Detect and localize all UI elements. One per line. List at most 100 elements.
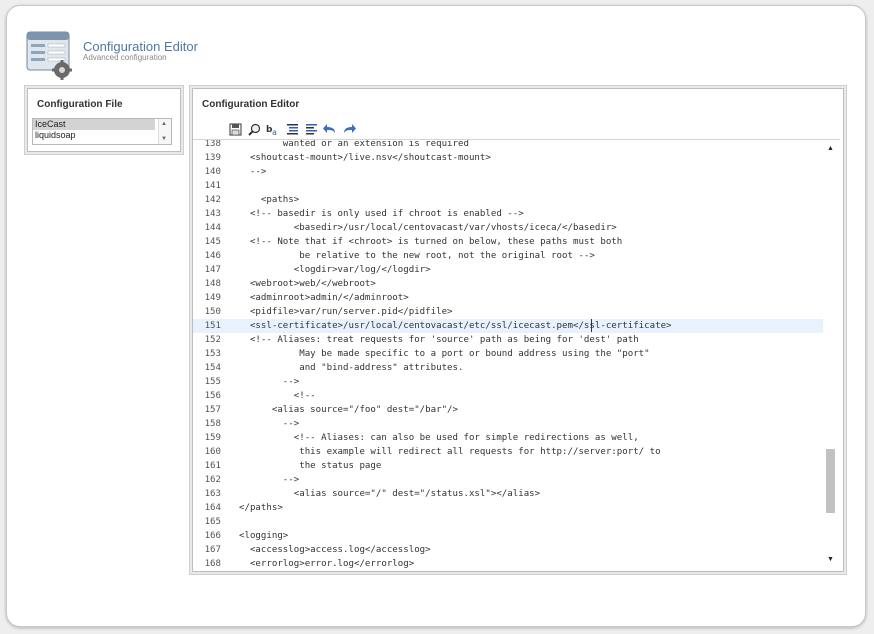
scroll-down-icon[interactable]: ▼ xyxy=(161,136,167,142)
code-line[interactable]: 152 <!-- Aliases: treat requests for 'so… xyxy=(193,333,823,347)
code-line[interactable]: 148 <webroot>web/</webroot> xyxy=(193,277,823,291)
code-line[interactable]: 145 <!-- Note that if <chroot> is turned… xyxy=(193,235,823,249)
code-text[interactable]: <logging> xyxy=(239,529,288,543)
code-text[interactable]: <webroot>web/</webroot> xyxy=(239,277,376,291)
save-icon[interactable] xyxy=(227,121,243,137)
line-number: 142 xyxy=(204,195,221,205)
code-text[interactable]: <adminroot>admin/</adminroot> xyxy=(239,291,409,305)
line-number: 161 xyxy=(204,461,221,471)
code-text[interactable]: --> xyxy=(239,165,266,179)
code-text[interactable]: <alias source="/foo" dest="/bar"/> xyxy=(239,403,458,417)
editor-scrollbar[interactable]: ▲ ▼ xyxy=(825,143,837,565)
scroll-up-icon[interactable]: ▲ xyxy=(161,121,167,127)
code-line[interactable]: 149 <adminroot>admin/</adminroot> xyxy=(193,291,823,305)
code-line[interactable]: 141 xyxy=(193,179,823,193)
code-text[interactable]: <!-- Aliases: can also be used for simpl… xyxy=(239,431,639,445)
code-text[interactable]: <!-- basedir is only used if chroot is e… xyxy=(239,207,524,221)
code-line[interactable]: 153 May be made specific to a port or bo… xyxy=(193,347,823,361)
code-text[interactable]: <!-- xyxy=(239,389,316,403)
code-line[interactable]: 157 <alias source="/foo" dest="/bar"/> xyxy=(193,403,823,417)
code-text[interactable]: be relative to the new root, not the ori… xyxy=(239,249,595,263)
code-text[interactable]: <ssl-certificate>/usr/local/centovacast/… xyxy=(239,319,672,333)
code-line[interactable]: 165 xyxy=(193,515,823,529)
code-text[interactable]: the status page xyxy=(239,459,381,473)
code-text[interactable]: --> xyxy=(239,375,299,389)
code-line[interactable]: 151 <ssl-certificate>/usr/local/centovac… xyxy=(193,319,823,333)
code-line[interactable]: 162 --> xyxy=(193,473,823,487)
line-number: 151 xyxy=(204,321,221,331)
line-number: 160 xyxy=(204,447,221,457)
code-line[interactable]: 144 <basedir>/usr/local/centovacast/var/… xyxy=(193,221,823,235)
undo-icon[interactable] xyxy=(322,121,338,137)
code-text[interactable]: and "bind-address" attributes. xyxy=(239,361,463,375)
code-text[interactable]: <pidfile>var/run/server.pid</pidfile> xyxy=(239,305,453,319)
code-text[interactable]: May be made specific to a port or bound … xyxy=(239,347,649,361)
file-item-icecast[interactable]: IceCast xyxy=(33,119,155,130)
code-text[interactable]: <logdir>var/log/</logdir> xyxy=(239,263,431,277)
code-line[interactable]: 143 <!-- basedir is only used if chroot … xyxy=(193,207,823,221)
indent-icon[interactable] xyxy=(284,121,300,137)
code-text[interactable]: <accesslog>access.log</accesslog> xyxy=(239,543,431,557)
code-line[interactable]: 168 <errorlog>error.log</errorlog> xyxy=(193,557,823,568)
replace-icon[interactable]: ba xyxy=(265,121,281,137)
file-item-liquidsoap[interactable]: liquidsoap xyxy=(33,130,155,141)
code-line[interactable]: 139 <shoutcast-mount>/live.nsv</shoutcas… xyxy=(193,151,823,165)
code-text[interactable]: <!-- Note that if <chroot> is turned on … xyxy=(239,235,622,249)
config-file-panel: Configuration File IceCast liquidsoap ▲ … xyxy=(27,88,181,152)
code-text[interactable]: <paths> xyxy=(239,193,299,207)
config-file-list[interactable]: IceCast liquidsoap ▲ ▼ xyxy=(32,118,172,145)
code-line[interactable]: 146 be relative to the new root, not the… xyxy=(193,249,823,263)
code-line[interactable]: 167 <accesslog>access.log</accesslog> xyxy=(193,543,823,557)
code-text[interactable]: <shoutcast-mount>/live.nsv</shoutcast-mo… xyxy=(239,151,491,165)
reformat-icon[interactable] xyxy=(303,121,319,137)
scrollbar-thumb[interactable] xyxy=(826,449,835,513)
line-number: 166 xyxy=(204,531,221,541)
code-editor[interactable]: 138 wanted or an extension is required 13… xyxy=(193,139,840,568)
code-line[interactable]: 160 this example will redirect all reque… xyxy=(193,445,823,459)
code-line[interactable]: 140 --> xyxy=(193,165,823,179)
scroll-up-icon[interactable]: ▲ xyxy=(827,145,834,152)
code-text[interactable]: wanted or an extension is required xyxy=(239,140,469,151)
code-line[interactable]: 154 and "bind-address" attributes. xyxy=(193,361,823,375)
svg-text:a: a xyxy=(272,128,277,136)
code-text[interactable]: this example will redirect all requests … xyxy=(239,445,660,459)
code-text[interactable]: <basedir>/usr/local/centovacast/var/vhos… xyxy=(239,221,617,235)
line-number: 143 xyxy=(204,209,221,219)
code-line[interactable]: 156 <!-- xyxy=(193,389,823,403)
scroll-down-icon[interactable]: ▼ xyxy=(827,556,834,563)
code-text[interactable]: --> xyxy=(239,473,299,487)
code-line[interactable]: 164 </paths> xyxy=(193,501,823,515)
code-line[interactable]: 166 <logging> xyxy=(193,529,823,543)
line-number: 148 xyxy=(204,279,221,289)
app-subtitle: Advanced configuration xyxy=(83,53,167,62)
search-icon[interactable] xyxy=(246,121,262,137)
code-line[interactable]: 142 <paths> xyxy=(193,193,823,207)
code-line[interactable]: 147 <logdir>var/log/</logdir> xyxy=(193,263,823,277)
config-editor-panel: Configuration Editor ba 138 wanted or an… xyxy=(192,88,844,572)
file-list-scrollbar[interactable]: ▲ ▼ xyxy=(158,119,171,144)
line-number: 138 xyxy=(204,139,221,149)
line-number: 156 xyxy=(204,391,221,401)
code-line[interactable]: 158 --> xyxy=(193,417,823,431)
code-line[interactable]: 161 the status page xyxy=(193,459,823,473)
code-text[interactable]: </paths> xyxy=(239,501,283,515)
line-number: 157 xyxy=(204,405,221,415)
line-number: 150 xyxy=(204,307,221,317)
code-line[interactable]: 159 <!-- Aliases: can also be used for s… xyxy=(193,431,823,445)
text-cursor xyxy=(591,319,592,332)
code-line[interactable]: 150 <pidfile>var/run/server.pid</pidfile… xyxy=(193,305,823,319)
line-number: 140 xyxy=(204,167,221,177)
code-line[interactable]: 163 <alias source="/" dest="/status.xsl"… xyxy=(193,487,823,501)
code-text[interactable]: --> xyxy=(239,417,299,431)
line-number: 149 xyxy=(204,293,221,303)
code-line[interactable]: 155 --> xyxy=(193,375,823,389)
code-text[interactable]: <!-- Aliases: treat requests for 'source… xyxy=(239,333,639,347)
code-line[interactable]: 138 wanted or an extension is required xyxy=(193,139,823,151)
code-text[interactable]: <errorlog>error.log</errorlog> xyxy=(239,557,414,568)
line-number: 141 xyxy=(204,181,221,191)
line-number: 162 xyxy=(204,475,221,485)
line-number: 159 xyxy=(204,433,221,443)
editor-toolbar: ba xyxy=(227,121,357,137)
redo-icon[interactable] xyxy=(341,121,357,137)
code-text[interactable]: <alias source="/" dest="/status.xsl"></a… xyxy=(239,487,540,501)
